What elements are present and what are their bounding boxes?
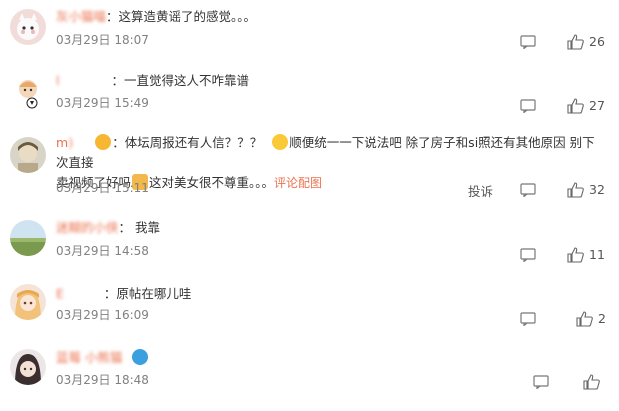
thumb-up-icon <box>567 182 585 198</box>
reply-icon[interactable] <box>520 247 536 266</box>
timestamp: 03月29日 15:11 <box>56 181 149 195</box>
username[interactable]: m <box>56 135 68 150</box>
thumb-up-icon <box>583 374 601 390</box>
thumb-up-icon <box>567 247 585 263</box>
thumb-up-icon <box>567 98 585 114</box>
avatar[interactable] <box>10 349 46 385</box>
username[interactable]: l <box>56 73 59 88</box>
comment-item: l ：一直觉得这人不咋靠谱 03月29日 15:49 27 <box>0 66 619 126</box>
comment-text: 一直觉得这人不咋靠谱 <box>124 73 250 88</box>
comment-item: m) ：体坛周报还有人信？？？ 顺便统一一下说法吧 除了房子和si照还有其他原因 … <box>0 131 619 206</box>
reply-icon[interactable] <box>520 98 536 117</box>
username[interactable]: 灰小猫喵 <box>56 9 106 24</box>
timestamp: 03月29日 16:09 <box>56 308 149 322</box>
comment-text: 原帖在哪儿哇 <box>116 286 192 301</box>
comment-item: E ：原帖在哪儿哇 03月29日 16:09 2 <box>0 278 619 340</box>
like-button[interactable]: 27 <box>567 98 605 114</box>
like-button[interactable]: 11 <box>567 247 605 263</box>
comment-item: 迷糊的小侠： 我靠 03月29日 14:58 11 <box>0 212 619 272</box>
avatar[interactable] <box>10 220 46 256</box>
avatar[interactable] <box>10 9 46 45</box>
timestamp: 03月29日 18:07 <box>56 33 149 47</box>
reply-icon[interactable] <box>533 374 549 393</box>
like-button[interactable] <box>583 374 601 390</box>
comment-item: 灰小猫喵：这算造黄谣了的感觉。。。 03月29日 18:07 26 <box>0 0 619 60</box>
like-button[interactable]: 2 <box>576 311 606 327</box>
avatar[interactable] <box>10 284 46 320</box>
avatar[interactable] <box>10 74 46 110</box>
timestamp: 03月29日 14:58 <box>56 244 149 258</box>
comment-item: 蓝莓 小熊猫 03月29日 18:48 <box>0 346 619 411</box>
colon: ： <box>118 220 132 235</box>
thumb-up-icon <box>576 311 594 327</box>
colon: ： <box>112 135 125 150</box>
reply-icon[interactable] <box>520 311 536 330</box>
like-count: 11 <box>589 247 605 262</box>
timestamp: 03月29日 15:49 <box>56 96 149 110</box>
comment-text-4: 这对美女很不尊重。。。 <box>149 175 275 190</box>
doraemon-emoji-icon <box>132 349 149 365</box>
avatar[interactable] <box>10 137 46 173</box>
comment-text: 我靠 <box>135 220 161 235</box>
reply-icon[interactable] <box>520 182 536 201</box>
like-button[interactable]: 32 <box>567 182 605 198</box>
colon: ： <box>106 9 119 24</box>
like-count: 32 <box>589 182 605 197</box>
username[interactable]: E <box>56 286 64 301</box>
username[interactable]: 蓝莓 小熊猫 <box>56 350 122 365</box>
thumb-up-icon <box>567 34 585 50</box>
comment-text: 这算造黄谣了的感觉。。。 <box>118 9 257 24</box>
like-button[interactable]: 26 <box>567 34 605 50</box>
colon: ： <box>103 286 117 301</box>
like-count: 2 <box>598 311 606 326</box>
colon: ： <box>111 73 124 88</box>
reply-icon[interactable] <box>520 34 536 53</box>
heart-eyes-emoji-icon <box>95 134 112 150</box>
comment-text: 体坛周报还有人信？？？ <box>124 135 263 150</box>
username[interactable]: 迷糊的小侠 <box>56 220 119 235</box>
like-count: 26 <box>589 34 605 49</box>
comment-image-link[interactable]: 评论配图 <box>274 176 322 190</box>
smile-emoji-icon <box>272 134 289 150</box>
timestamp: 03月29日 18:48 <box>56 373 149 387</box>
report-link[interactable]: 投诉 <box>468 181 493 200</box>
like-count: 27 <box>589 98 605 113</box>
